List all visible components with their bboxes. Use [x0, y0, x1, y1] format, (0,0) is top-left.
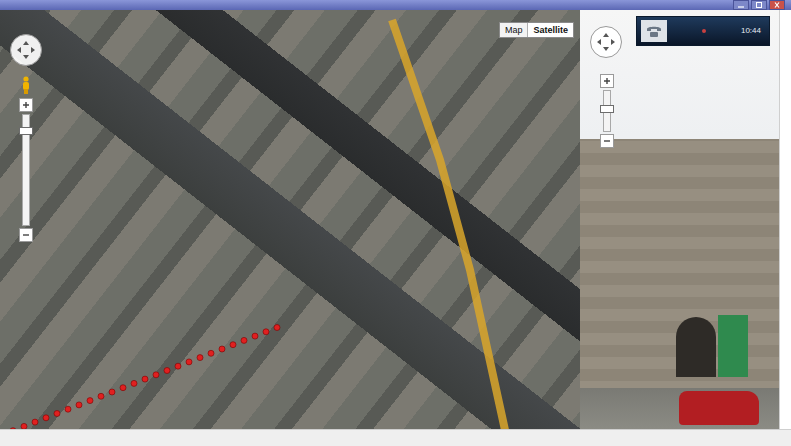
pan-arrows-icon: [14, 38, 38, 62]
title-bar: [0, 0, 791, 10]
shop-front: [718, 315, 748, 377]
zoom-in-button[interactable]: [600, 74, 614, 88]
map-zoom-slider[interactable]: [19, 98, 33, 242]
zoom-track[interactable]: [603, 90, 611, 132]
zoom-out-button[interactable]: [600, 134, 614, 148]
pegman-icon[interactable]: [21, 76, 31, 94]
minus-icon: [603, 137, 611, 145]
maximize-icon: [755, 2, 763, 8]
zoom-handle[interactable]: [600, 105, 614, 113]
street-view-photo: [580, 139, 779, 429]
bottom-bar: [0, 429, 791, 446]
call-time: 10:44: [741, 26, 761, 36]
app-window: MapSatellite 10:44: [0, 0, 791, 446]
map-type-toggle: MapSatellite: [499, 22, 574, 38]
street-view[interactable]: [580, 10, 779, 429]
satellite-map[interactable]: MapSatellite: [0, 10, 580, 429]
archway: [676, 317, 716, 377]
zoom-in-button[interactable]: [19, 98, 33, 112]
minus-icon: [22, 231, 30, 239]
parked-car: [679, 391, 759, 425]
maximize-button[interactable]: [751, 0, 767, 10]
minimize-icon: [737, 2, 745, 8]
minimize-button[interactable]: [733, 0, 749, 10]
map-route-icon: [0, 10, 580, 429]
pan-control[interactable]: [590, 26, 622, 58]
street-zoom-slider[interactable]: [600, 74, 614, 148]
pegman-figure-icon: [21, 76, 31, 94]
zoom-handle[interactable]: [19, 127, 33, 135]
close-button[interactable]: [769, 0, 785, 10]
map-type-button[interactable]: Satellite: [527, 23, 573, 37]
status-dot-icon: [701, 26, 707, 36]
pan-control[interactable]: [10, 34, 42, 66]
phone-icon: [645, 24, 663, 38]
main-area: MapSatellite 10:44: [0, 10, 791, 429]
map-type-button[interactable]: Map: [500, 23, 528, 37]
call-badge[interactable]: 10:44: [636, 16, 770, 46]
plus-icon: [22, 101, 30, 109]
pan-arrows-icon: [594, 30, 618, 54]
plus-icon: [603, 77, 611, 85]
zoom-out-button[interactable]: [19, 228, 33, 242]
close-icon: [773, 2, 781, 8]
zoom-track[interactable]: [22, 114, 30, 226]
phone-box: [641, 20, 667, 42]
side-strip: [779, 10, 791, 429]
